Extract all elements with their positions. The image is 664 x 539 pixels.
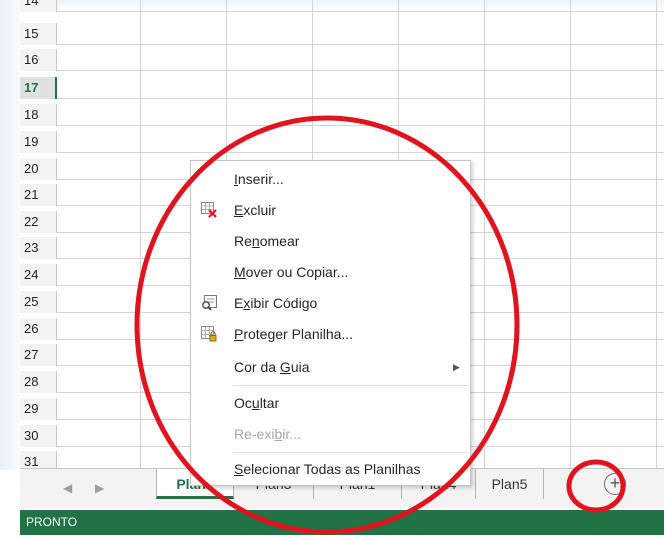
- menu-item-label: Cor da Guia: [234, 359, 310, 375]
- menu-item-label: Ocultar: [234, 395, 280, 411]
- grid-row: 14: [20, 0, 664, 12]
- row-header[interactable]: 27: [20, 344, 57, 366]
- menu-item-exibir-codigo[interactable]: Exibir Código: [191, 288, 470, 319]
- row-header[interactable]: 18: [20, 104, 57, 126]
- menu-item-selecionar-todas[interactable]: Selecionar Todas as Planilhas: [191, 454, 470, 485]
- delete-sheet-icon: [201, 202, 217, 218]
- menu-item-label: Re-exibir...: [234, 426, 301, 442]
- grid-row: 18: [20, 104, 664, 126]
- row-header[interactable]: 21: [20, 184, 57, 206]
- menu-item-label: Excluir: [234, 202, 277, 218]
- column-gridline: [140, 0, 141, 470]
- menu-item-label: Mover ou Copiar...: [234, 264, 349, 280]
- scroll-tabs-left-icon[interactable]: ◀: [63, 481, 72, 495]
- menu-item-cor-da-guia[interactable]: Cor da Guia ▶: [191, 352, 470, 383]
- menu-item-label: Selecionar Todas as Planilhas: [234, 461, 421, 477]
- menu-item-label: Proteger Planilha...: [234, 326, 354, 342]
- status-bar: PRONTO: [20, 510, 664, 535]
- add-sheet-icon[interactable]: +: [604, 473, 626, 495]
- row-header[interactable]: 24: [20, 264, 57, 286]
- menu-item-renomear[interactable]: Renomear: [191, 226, 470, 257]
- menu-item-label: Inserir...: [234, 171, 284, 187]
- row-header[interactable]: 30: [20, 425, 57, 447]
- column-gridline: [656, 0, 657, 470]
- protect-sheet-icon: [201, 326, 217, 342]
- row-header[interactable]: 29: [20, 398, 57, 420]
- menu-item-mover-copiar[interactable]: Mover ou Copiar...: [191, 257, 470, 288]
- sheet-tab-plan5[interactable]: Plan5: [476, 469, 544, 499]
- row-header[interactable]: 20: [20, 158, 57, 180]
- menu-item-ocultar[interactable]: Ocultar: [191, 388, 470, 419]
- menu-item-label: Renomear: [234, 233, 300, 249]
- menu-separator: [233, 385, 469, 386]
- row-header[interactable]: 28: [20, 371, 57, 393]
- grid-row: 19: [20, 131, 664, 153]
- row-header[interactable]: 16: [20, 49, 57, 71]
- column-gridline: [484, 0, 485, 470]
- row-header[interactable]: 14: [20, 0, 57, 12]
- row-header[interactable]: 26: [20, 318, 57, 340]
- view-code-icon: [202, 295, 217, 311]
- menu-item-excluir[interactable]: Excluir: [191, 195, 470, 226]
- row-header[interactable]: 19: [20, 131, 57, 153]
- menu-item-proteger-planilha[interactable]: Proteger Planilha...: [191, 319, 470, 350]
- row-header[interactable]: 15: [20, 23, 57, 45]
- submenu-arrow-icon: ▶: [453, 362, 460, 372]
- scroll-tabs-right-icon[interactable]: ▶: [95, 481, 104, 495]
- row-header-active[interactable]: 17: [20, 77, 57, 99]
- menu-item-inserir[interactable]: Inserir...: [191, 164, 470, 195]
- row-header[interactable]: 23: [20, 237, 57, 259]
- window-left-gradient: [0, 0, 20, 470]
- grid-row: 16: [20, 49, 664, 71]
- row-header[interactable]: 25: [20, 291, 57, 313]
- column-gridline: [570, 0, 571, 470]
- row-header[interactable]: 22: [20, 211, 57, 233]
- grid-row: 17: [20, 77, 664, 99]
- menu-item-re-exibir: Re-exibir...: [191, 419, 470, 450]
- sheet-context-menu: Inserir... Excluir Renomear Mover ou Cop…: [190, 160, 471, 486]
- menu-separator: [233, 452, 469, 453]
- status-text: PRONTO: [26, 515, 78, 529]
- menu-item-label: Exibir Código: [234, 295, 318, 311]
- grid-row: 15: [20, 23, 664, 45]
